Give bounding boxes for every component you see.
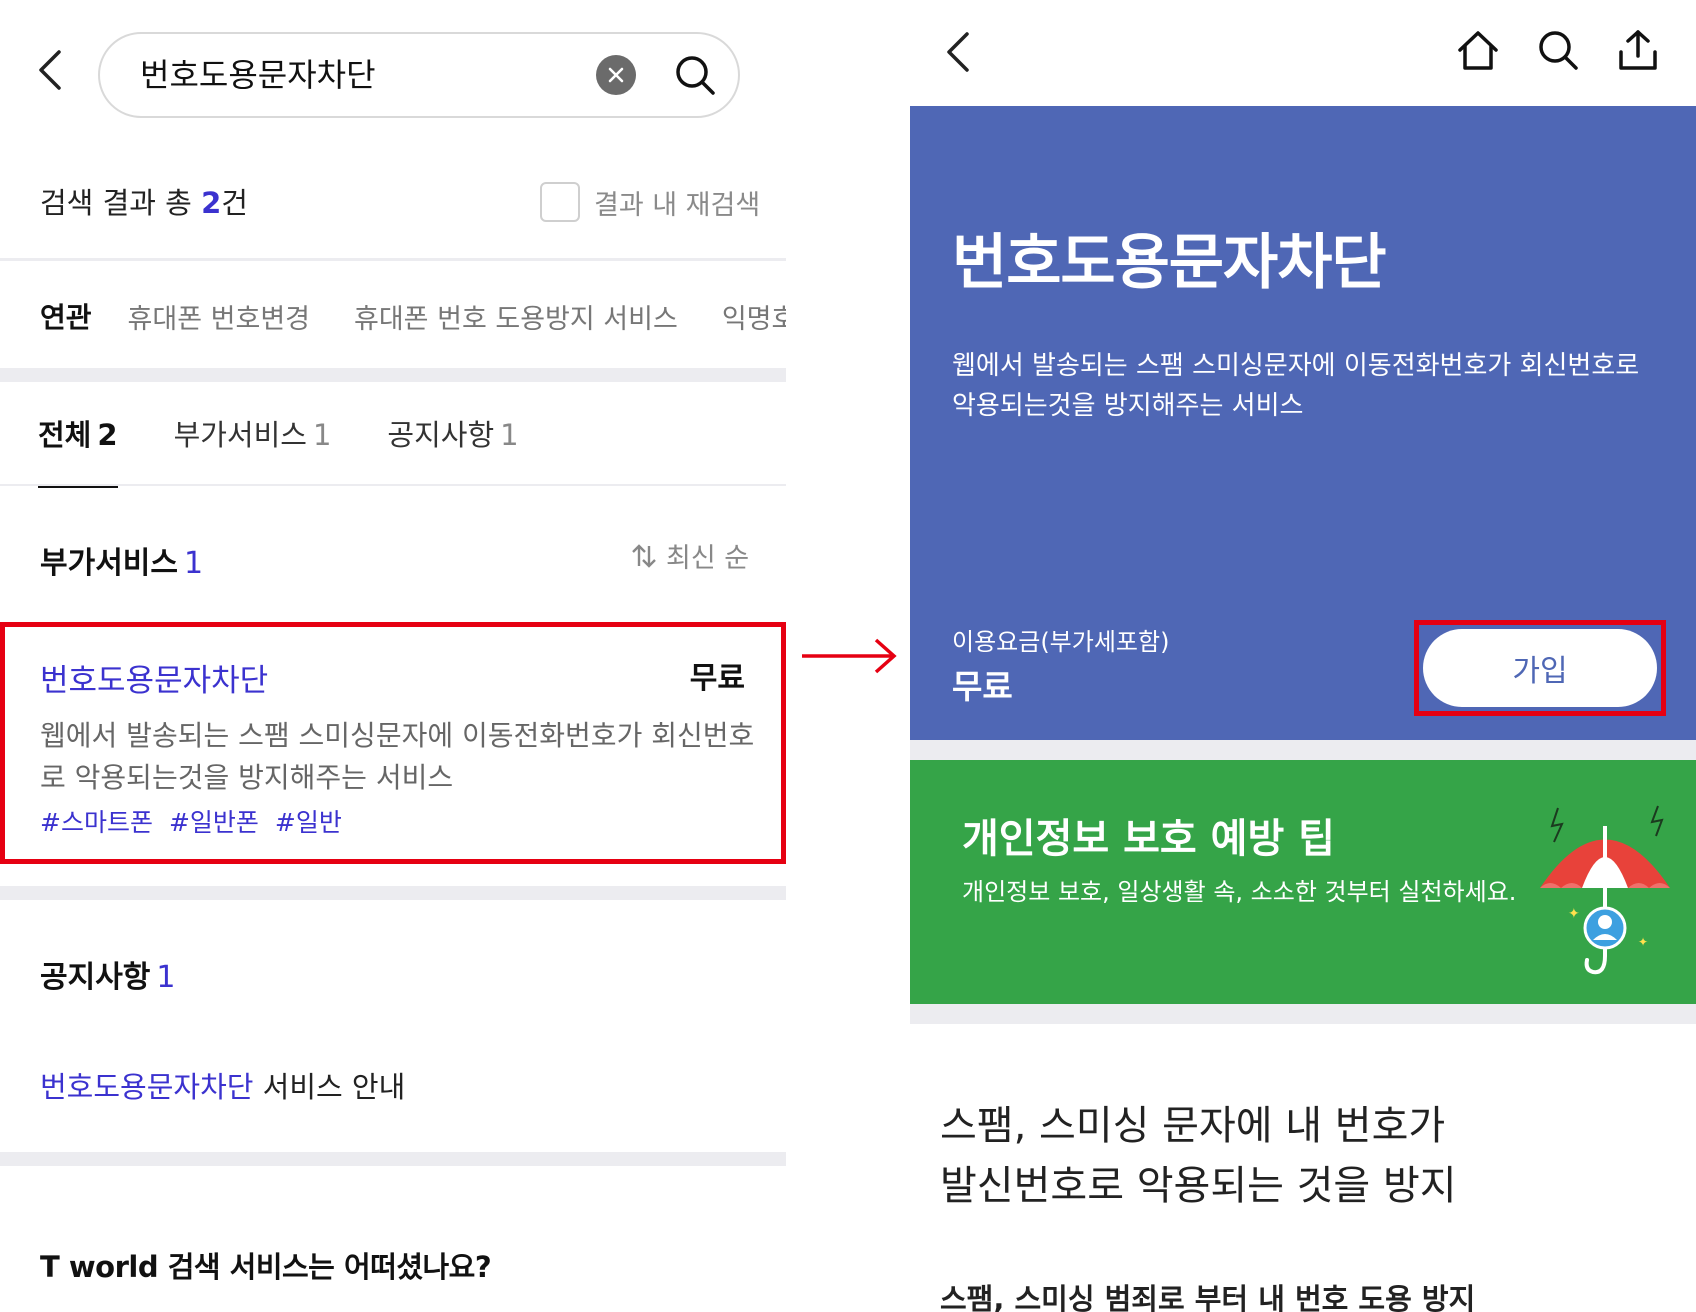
feedback-title: T world 검색 서비스는 어떠셨나요? — [40, 1250, 492, 1284]
sort-button[interactable]: 최신 순 — [630, 536, 749, 575]
related-keyword[interactable]: 휴대폰 번호변경 — [128, 297, 310, 336]
service-tag[interactable]: #일반 — [275, 803, 342, 839]
main-copy-line: 스팸, 스미싱 문자에 내 번호가 — [940, 1103, 1446, 1149]
search-icon — [676, 56, 715, 95]
tab-count: 1 — [500, 418, 519, 452]
service-price: 무료 — [689, 661, 745, 696]
notice-item-highlight: 번호도용문자차단 — [40, 1070, 254, 1104]
notice-item-rest: 서비스 안내 — [253, 1070, 406, 1104]
tip-title: 개인정보 보호 예방 팁 — [962, 816, 1335, 862]
service-description: 웹에서 발송되는 스팸 스미싱문자에 이동전화번호가 회신번호로 악용되는것을 … — [40, 719, 755, 794]
search-icon — [1539, 31, 1578, 70]
result-count: 검색 결과 총 2건 — [40, 180, 248, 222]
fee-label: 이용요금(부가세포함) — [952, 628, 1170, 656]
home-icon — [1458, 31, 1498, 70]
research-checkbox[interactable] — [540, 182, 580, 222]
hero-title: 번호도용문자차단 — [952, 228, 1387, 298]
search-input[interactable]: 번호도용문자차단 — [98, 32, 740, 118]
svg-text:✦: ✦ — [1568, 906, 1580, 922]
notice-section-count: 1 — [156, 960, 176, 995]
service-sub-copy: 스팸, 스미싱 범죄로 부터 내 번호 도용 방지 — [940, 1282, 1476, 1312]
notice-item-link[interactable]: 번호도용문자차단 서비스 안내 — [40, 1064, 405, 1106]
svg-text:✦: ✦ — [1638, 935, 1648, 949]
section-divider — [0, 1152, 786, 1166]
related-title: 연관 — [40, 301, 92, 334]
section-divider — [0, 368, 786, 382]
main-copy-line: 발신번호로 악용되는 것을 방지 — [940, 1163, 1457, 1209]
tab-count: 2 — [97, 418, 118, 452]
divider — [0, 258, 786, 261]
service-name[interactable]: 번호도용문자차단 — [40, 655, 268, 700]
tab-divider — [0, 484, 786, 486]
back-arrow-icon — [39, 50, 61, 90]
research-label: 결과 내 재검색 — [594, 189, 761, 221]
tab-label: 공지사항 — [387, 418, 495, 452]
service-result-card[interactable]: 번호도용문자차단 무료 웹에서 발송되는 스팸 스미싱문자에 이동전화번호가 회… — [0, 622, 786, 864]
notice-section-label: 공지사항 — [40, 960, 151, 995]
tab-notices[interactable]: 공지사항 1 — [387, 412, 518, 488]
service-main-copy: 스팸, 스미싱 문자에 내 번호가 발신번호로 악용되는 것을 방지 — [940, 1096, 1457, 1216]
service-tag[interactable]: #일반폰 — [169, 803, 259, 839]
tab-addon-services[interactable]: 부가서비스 1 — [174, 412, 332, 488]
sort-icon — [632, 543, 656, 568]
service-detail-screen: 번호도용문자차단 웹에서 발송되는 스팸 스미싱문자에 이동전화번호가 회신번호… — [910, 0, 1696, 1312]
arrow-right-icon — [802, 638, 897, 674]
tab-label: 전체 — [38, 418, 92, 452]
notice-section-title: 공지사항 1 — [40, 952, 176, 996]
service-tag[interactable]: #스마트폰 — [40, 803, 153, 839]
result-count-prefix: 검색 결과 총 — [40, 186, 202, 220]
share-icon — [1619, 30, 1657, 70]
hero-description: 웹에서 발송되는 스팸 스미싱문자에 이동전화번호가 회신번호로 악용되는것을 … — [952, 351, 1640, 421]
sort-label: 최신 순 — [666, 543, 750, 574]
service-tags: #스마트폰 #일반폰 #일반 — [40, 803, 358, 839]
addon-section-count: 1 — [184, 546, 204, 581]
tip-description: 개인정보 보호, 일상생활 속, 소소한 것부터 실천하세요. — [962, 878, 1517, 906]
tab-all[interactable]: 전체 2 — [38, 412, 118, 488]
search-results-screen: 번호도용문자차단 검색 결과 총 2건 결과 내 재검색 연관 휴대폰 번호변경… — [0, 0, 786, 1312]
tab-count: 1 — [312, 418, 332, 452]
related-keywords: 연관 휴대폰 번호변경 휴대폰 번호 도용방지 서비스 익명호수신 — [40, 296, 786, 336]
share-button[interactable] — [1610, 22, 1666, 78]
back-arrow-icon — [947, 32, 969, 72]
back-button[interactable] — [22, 42, 78, 98]
result-tabs: 전체 2 부가서비스 1 공지사항 1 — [38, 412, 575, 488]
search-query-text: 번호도용문자차단 — [140, 56, 376, 94]
related-keyword[interactable]: 익명호수신 — [722, 297, 786, 336]
section-divider — [910, 740, 1696, 760]
research-within-results[interactable]: 결과 내 재검색 — [540, 182, 760, 222]
top-bar — [910, 0, 1696, 106]
service-hero: 번호도용문자차단 웹에서 발송되는 스팸 스미싱문자에 이동전화번호가 회신번호… — [910, 106, 1696, 740]
search-button[interactable] — [670, 50, 720, 100]
result-count-number: 2 — [201, 186, 222, 220]
join-highlight-frame: 가입 — [1414, 620, 1666, 716]
join-button[interactable]: 가입 — [1423, 629, 1657, 707]
related-keyword[interactable]: 휴대폰 번호 도용방지 서비스 — [354, 297, 678, 336]
addon-section-title: 부가서비스 1 — [40, 538, 203, 582]
umbrella-illustration: ✦ ✦ — [1540, 805, 1670, 975]
back-button[interactable] — [930, 24, 986, 80]
section-divider — [0, 886, 786, 900]
addon-section-label: 부가서비스 — [40, 546, 178, 581]
fee-value: 무료 — [952, 667, 1013, 706]
home-button[interactable] — [1450, 22, 1506, 78]
clear-search-button[interactable] — [596, 55, 636, 95]
clear-icon — [608, 67, 624, 83]
tab-label: 부가서비스 — [173, 418, 307, 452]
search-button[interactable] — [1530, 22, 1586, 78]
result-count-suffix: 건 — [221, 186, 248, 220]
privacy-tip-banner[interactable]: 개인정보 보호 예방 팁 개인정보 보호, 일상생활 속, 소소한 것부터 실천… — [910, 760, 1696, 1004]
section-divider — [910, 1004, 1696, 1024]
